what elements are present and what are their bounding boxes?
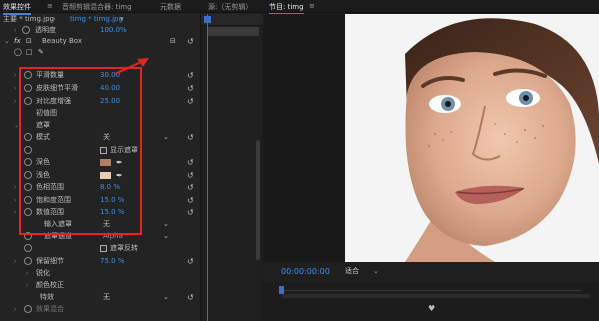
stopwatch-icon[interactable] [24,244,32,252]
reset-icon[interactable]: ↺ [187,195,194,206]
reset-icon[interactable]: ↺ [187,170,194,181]
expand-arrow-icon[interactable]: › [14,96,16,107]
stopwatch-icon[interactable] [24,257,32,265]
reset-icon[interactable]: ↺ [187,132,194,143]
sharpen-label: 锐化 [36,269,50,277]
stopwatch-icon[interactable] [24,305,32,313]
expand-arrow-icon[interactable]: › [14,70,16,81]
special-effect-label: 特效 [40,293,54,301]
mask-invert-label: 遮罩反转 [110,244,138,252]
opacity-value[interactable]: 100.0% [100,25,127,36]
reset-icon[interactable]: ↺ [187,96,194,107]
chevron-down-icon[interactable]: ⌄ [373,266,379,277]
tab-menu-icon[interactable]: ≡ [309,2,315,10]
monitor-controls: 00:00:00:00 适合 ⌄ [263,262,599,282]
clip-separator: › [53,15,56,23]
clip-dropdown-icon[interactable]: ▾ [120,14,124,25]
reset-icon[interactable]: ↺ [187,256,194,267]
beauty-box-label: Beauty Box [42,37,82,45]
master-clip-label[interactable]: 主要 * timg.jpg [3,14,54,25]
playhead-handle[interactable] [204,16,211,23]
program-timeline[interactable]: ♥ [263,282,599,321]
mask-invert-checkbox[interactable] [100,245,107,252]
face-photo [345,14,599,262]
preview-image [345,14,599,262]
tab-source[interactable]: 源:（无剪辑） [208,2,252,12]
ellipse-mask-icon[interactable]: ◯ [14,47,22,58]
sharpen-row: › 锐化 [0,268,200,279]
effect-menu-icon[interactable]: ⊟ [170,36,176,47]
expand-arrow-icon[interactable]: › [14,207,16,218]
scrollbar[interactable] [256,140,260,260]
fx-icon[interactable]: fx [14,36,21,47]
rectangle-mask-icon[interactable]: □ [26,47,33,58]
retain-detail-value[interactable]: 75.0 % [100,256,124,267]
effect-blend-label: 效果混合 [36,305,64,313]
expand-arrow-icon[interactable]: › [14,182,16,193]
chevron-down-icon[interactable]: ⌄ [163,132,169,143]
stopwatch-icon[interactable] [22,26,30,34]
reset-icon[interactable]: ↺ [187,157,194,168]
effect-header-row: ⌄ fx ⊡ Beauty Box ⊟ ↺ [0,36,200,47]
expand-arrow-icon[interactable]: › [14,195,16,206]
playhead-handle[interactable] [279,286,284,294]
reset-icon[interactable]: ↺ [187,292,194,303]
chevron-down-icon[interactable]: ⌄ [163,219,169,230]
mini-timeline-clip [207,27,259,36]
expand-arrow-icon[interactable]: › [14,83,16,94]
video-preview[interactable] [263,14,599,262]
marker-icon[interactable]: ♥ [428,304,435,313]
instance-clip-label[interactable]: timg * timg.jpg [70,14,123,25]
tab-menu-icon[interactable]: ≡ [47,2,53,10]
reset-icon[interactable]: ↺ [187,182,194,193]
pen-mask-icon[interactable]: ✎ [38,47,44,58]
mask-shape-row: ◯ □ ✎ [0,47,200,58]
annotation-highlight-box [19,67,142,235]
color-correct-row: › 颜色校正 [0,280,200,291]
mini-timeline[interactable] [200,14,263,321]
right-tab-bar: 节目: timg ≡ [263,0,599,15]
tab-metadata[interactable]: 元数据 [160,2,181,12]
reset-icon[interactable]: ↺ [187,83,194,94]
retain-detail-label: 保留细节 [36,257,64,265]
reset-icon[interactable]: ↺ [187,70,194,81]
opacity-label: 透明度 [35,26,56,34]
timeline-track [281,290,581,291]
reset-icon[interactable]: ↺ [187,207,194,218]
mask-invert-row: 遮罩反转 [0,243,200,254]
timecode-display[interactable]: 00:00:00:00 [281,266,330,277]
playhead-line[interactable] [207,14,208,321]
annotation-arrow-icon [114,58,149,75]
special-effect-row: 特效 无 ⌄ ↺ [0,292,200,303]
program-monitor-panel: 节目: timg ≡ 00:00:00:00 适合 ⌄ ♥ [263,0,599,321]
chevron-down-icon[interactable]: ⌄ [163,231,169,242]
effect-blend-row: › 效果混合 [0,304,200,315]
fit-select[interactable]: 适合 [345,266,359,277]
color-correct-label: 颜色校正 [36,281,64,289]
left-tab-bar: 效果控件 ≡ 音频剪辑混合器: timg 元数据 源:（无剪辑） [0,0,262,15]
expand-arrow-icon[interactable]: › [14,304,16,315]
expand-arrow-icon[interactable]: › [14,256,16,267]
expand-arrow-icon[interactable]: › [14,25,16,36]
effect-toggle-icon[interactable]: ⊡ [26,36,32,47]
retain-detail-row: › 保留细节 75.0 % ↺ [0,256,200,267]
expand-arrow-icon[interactable]: › [26,268,28,279]
opacity-row: › 透明度 100.0% [0,25,200,36]
chevron-down-icon[interactable]: ⌄ [163,292,169,303]
zoom-scrollbar[interactable] [281,294,591,298]
expand-arrow-icon[interactable]: › [26,280,28,291]
special-effect-select[interactable]: 无 [103,292,110,303]
expand-arrow-icon[interactable]: ⌄ [4,36,10,47]
tab-audio-mixer[interactable]: 音频剪辑混合器: timg [62,2,132,12]
reset-icon[interactable]: ↺ [187,36,194,47]
